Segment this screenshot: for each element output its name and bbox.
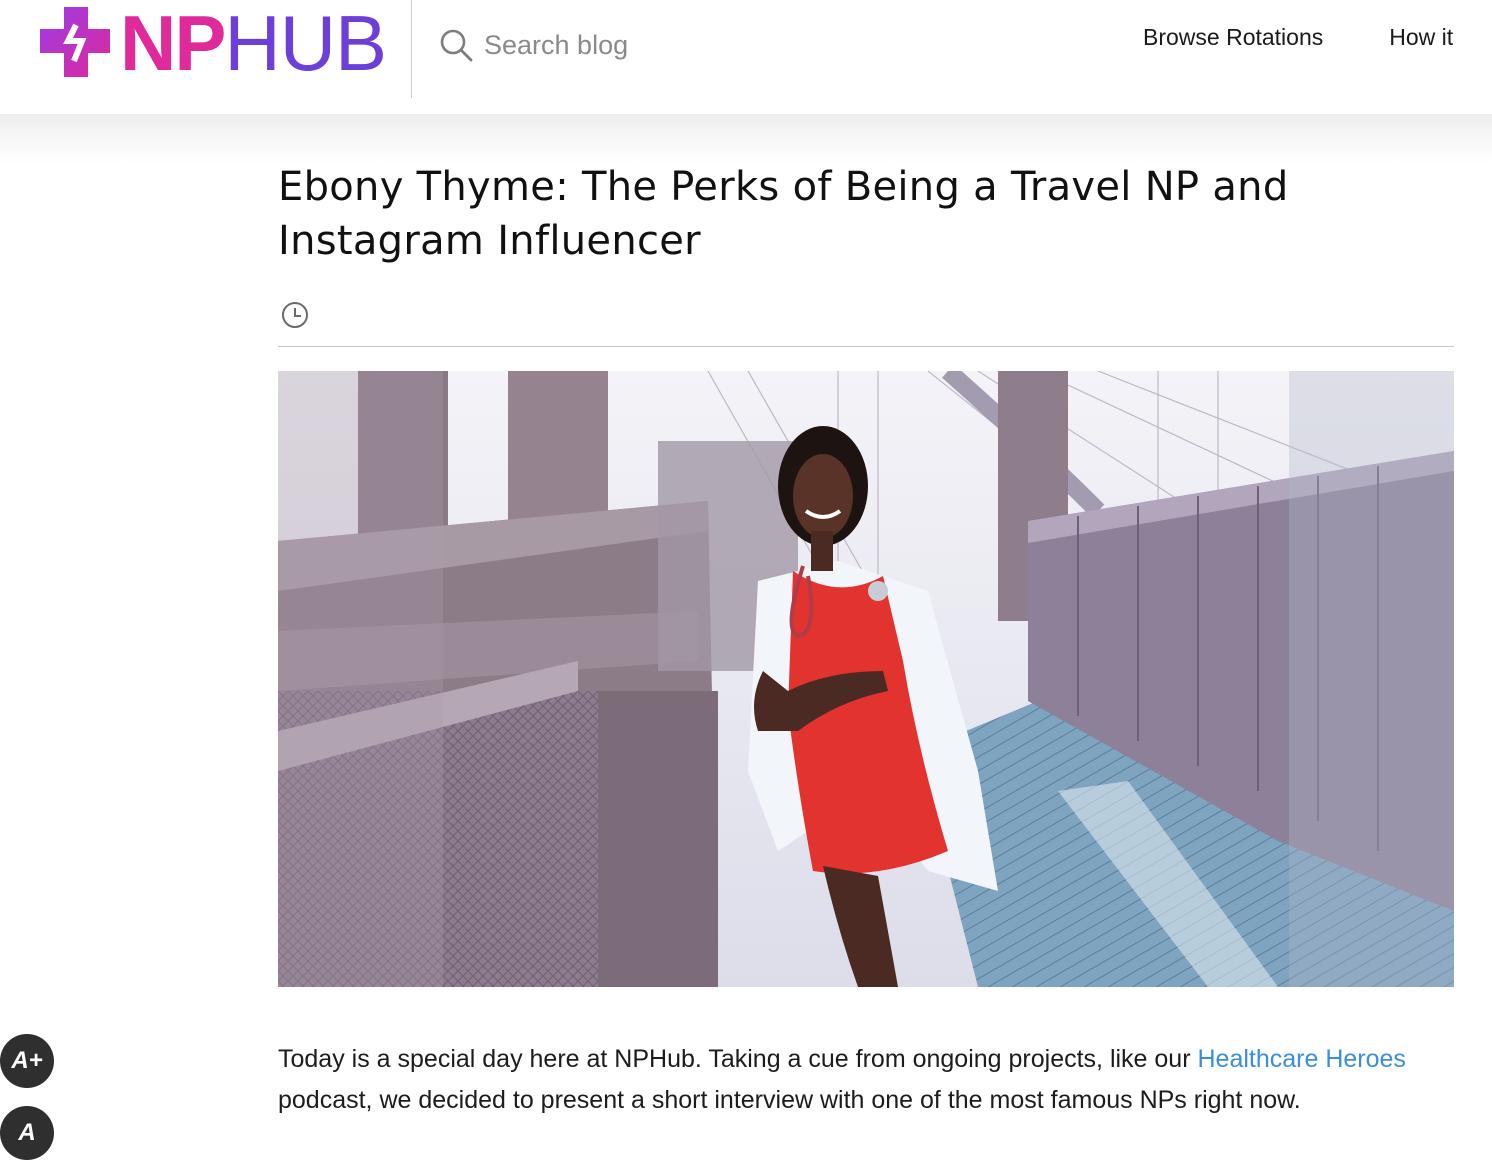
hero-image [278, 371, 1454, 987]
nphub-logo[interactable]: NP HUB [36, 0, 387, 87]
healthcare-heroes-link[interactable]: Healthcare Heroes [1197, 1045, 1405, 1073]
search-input[interactable] [484, 29, 784, 61]
article: Ebony Thyme: The Perks of Being a Travel… [278, 160, 1454, 1121]
site-header: NP HUB Browse Rotations How it [0, 0, 1492, 114]
medical-cross-logo-icon [36, 3, 116, 83]
search-bar[interactable] [438, 24, 784, 66]
clock-icon [280, 300, 310, 330]
logo-np-text: NP [120, 0, 226, 87]
title-divider [278, 346, 1454, 347]
nav-browse-rotations[interactable]: Browse Rotations [1143, 24, 1323, 51]
article-title: Ebony Thyme: The Perks of Being a Travel… [278, 164, 1289, 264]
body-text-after-link: podcast, we decided to present a short i… [278, 1086, 1301, 1114]
header-divider [411, 0, 412, 98]
article-body-paragraph: Today is a special day here at NPHub. Ta… [278, 1039, 1428, 1121]
logo-hub-text: HUB [224, 0, 387, 87]
increase-font-size-button[interactable]: A+ [0, 1034, 54, 1088]
main-nav: Browse Rotations How it [1143, 24, 1492, 51]
search-icon[interactable] [438, 27, 474, 63]
article-meta [278, 298, 1454, 332]
body-text-before-link: Today is a special day here at NPHub. Ta… [278, 1045, 1198, 1073]
normal-font-size-button[interactable]: A [0, 1106, 54, 1160]
header-shadow [0, 114, 1492, 164]
nav-how-it-works[interactable]: How it [1389, 24, 1453, 51]
